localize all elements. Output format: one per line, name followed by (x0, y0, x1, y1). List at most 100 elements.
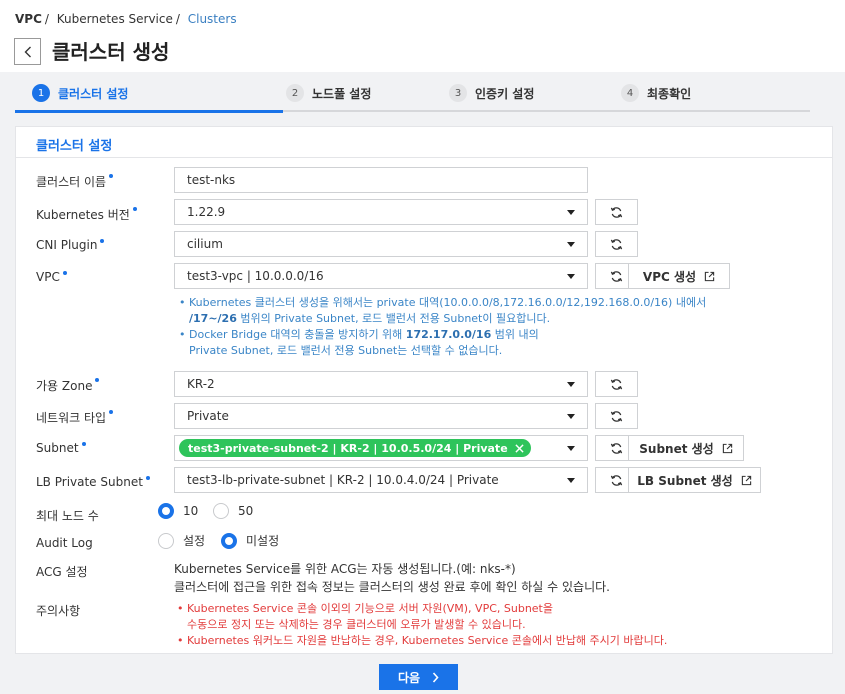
info-line: Kubernetes 클러스터 생성을 위해서는 private 대역(10.0… (189, 296, 707, 309)
radio-label: 미설정 (246, 534, 280, 548)
subnet-label: Subnet (36, 441, 86, 455)
step-label: 노드풀 설정 (312, 86, 372, 101)
button-label: LB Subnet 생성 (637, 473, 733, 488)
back-button[interactable] (14, 38, 41, 65)
subnet-select[interactable]: test3-private-subnet-2 | KR-2 | 10.0.5.0… (174, 435, 588, 461)
cni-plugin-select[interactable]: cilium (174, 231, 588, 257)
radio-label: 설정 (183, 534, 206, 548)
info-bold: 172.17.0.0/16 (405, 328, 492, 341)
radio-label: 50 (238, 504, 254, 518)
vpc-label: VPC (36, 270, 67, 284)
step-number: 2 (286, 84, 304, 102)
max-nodes-radio-10[interactable]: 10 (158, 503, 198, 519)
next-button[interactable]: 다음 (379, 664, 458, 690)
divider (16, 157, 832, 158)
network-type-label: 네트워크 타입 (36, 409, 114, 426)
dropdown-caret-icon (567, 210, 575, 215)
external-link-icon (722, 443, 732, 453)
page-header: VPC / Kubernetes Service / Clusters 클러스터 생… (0, 0, 845, 72)
cluster-settings-card: 클러스터 설정 클러스터 이름 test-nks Kubernetes 버전 1… (15, 126, 833, 654)
radio-circle (158, 503, 174, 519)
select-value: 1.22.9 (187, 205, 226, 219)
required-dot (109, 410, 114, 414)
zone-refresh-button[interactable] (595, 371, 638, 397)
subnet-tag: test3-private-subnet-2 | KR-2 | 10.0.5.0… (179, 439, 531, 457)
breadcrumb-clusters[interactable]: Clusters (188, 12, 237, 26)
vpc-select[interactable]: test3-vpc | 10.0.0.0/16 (174, 263, 588, 289)
breadcrumb: VPC / Kubernetes Service / Clusters (15, 12, 237, 26)
audit-log-radio-off[interactable]: 미설정 (221, 532, 279, 549)
info-line: 범위 내의 (491, 328, 539, 341)
subnet-create-button[interactable]: Subnet 생성 (628, 435, 744, 461)
acg-description: Kubernetes Service를 위한 ACG는 자동 생성됩니다.(예:… (174, 560, 610, 596)
cni-refresh-button[interactable] (595, 231, 638, 257)
label-text: ACG 설정 (36, 565, 88, 579)
lb-subnet-create-button[interactable]: LB Subnet 생성 (628, 467, 761, 493)
radio-label: 10 (183, 504, 199, 518)
step-indicator: 1 클러스터 설정 2 노드풀 설정 3 인증키 설정 4 최종확인 (15, 72, 830, 112)
cluster-name-label: 클러스터 이름 (36, 173, 114, 190)
select-value: KR-2 (187, 377, 215, 391)
refresh-icon (610, 442, 623, 454)
lb-subnet-select[interactable]: test3-lb-private-subnet | KR-2 | 10.0.4.… (174, 467, 588, 493)
notice-text: • Kubernetes Service 콘솔 이외의 기능으로 서버 자원(V… (177, 602, 668, 647)
notice-line: 수동으로 정지 또는 삭제하는 경우 클러스터에 오류가 발생할 수 있습니다. (187, 618, 526, 631)
cni-plugin-label: CNI Plugin (36, 238, 105, 252)
acg-line: 클러스터에 접근을 위한 접속 정보는 클러스터의 생성 완료 후에 확인 하실… (174, 580, 610, 594)
required-dot (100, 239, 105, 243)
refresh-icon (610, 410, 623, 422)
network-type-select[interactable]: Private (174, 403, 588, 429)
info-line: Docker Bridge 대역의 충돌을 방지하기 위해 (189, 328, 406, 341)
step-final-confirm: 4 최종확인 (621, 84, 691, 102)
select-value: cilium (187, 237, 223, 251)
max-nodes-label: 최대 노드 수 (36, 507, 99, 524)
breadcrumb-kubernetes-service[interactable]: Kubernetes Service (57, 12, 173, 26)
zone-select[interactable]: KR-2 (174, 371, 588, 397)
button-label: 다음 (397, 670, 421, 685)
label-text: Audit Log (36, 536, 93, 550)
label-text: VPC (36, 270, 60, 284)
step-label: 최종확인 (647, 86, 692, 101)
zone-label: 가용 Zone (36, 377, 100, 394)
acg-label: ACG 설정 (36, 563, 88, 580)
required-dot (81, 442, 86, 446)
external-link-icon (704, 271, 715, 281)
network-type-refresh-button[interactable] (595, 403, 638, 429)
radio-circle (213, 503, 229, 519)
audit-log-radio-on[interactable]: 설정 (158, 532, 205, 549)
notice-label: 주의사항 (36, 602, 80, 619)
radio-circle (221, 532, 237, 549)
chevron-left-icon (24, 46, 31, 57)
label-text: 최대 노드 수 (36, 509, 99, 523)
step-number: 4 (621, 84, 639, 102)
k8s-version-select[interactable]: 1.22.9 (174, 199, 588, 225)
label-text: 주의사항 (36, 604, 81, 618)
close-icon[interactable] (515, 443, 524, 453)
refresh-icon (610, 206, 623, 218)
max-nodes-radio-50[interactable]: 50 (213, 503, 253, 519)
step-cluster-settings: 1 클러스터 설정 (32, 84, 128, 102)
info-bold: /17~/26 (189, 312, 237, 325)
steps-progress (15, 110, 283, 113)
vpc-create-button[interactable]: VPC 생성 (628, 263, 730, 289)
required-dot (62, 271, 67, 275)
notice-line: Kubernetes 워커노드 자원을 반납하는 경우, Kubernetes … (187, 634, 668, 647)
label-text: 가용 Zone (36, 379, 93, 393)
step-label: 클러스터 설정 (58, 86, 129, 101)
label-text: CNI Plugin (36, 238, 98, 252)
dropdown-caret-icon (567, 478, 575, 483)
cluster-name-input[interactable]: test-nks (174, 167, 588, 193)
breadcrumb-vpc[interactable]: VPC (15, 12, 42, 26)
required-dot (109, 174, 114, 178)
step-number: 3 (449, 84, 467, 102)
k8s-version-refresh-button[interactable] (595, 199, 638, 225)
label-text: 클러스터 이름 (36, 175, 107, 189)
required-dot (132, 207, 137, 211)
required-dot (95, 378, 100, 382)
dropdown-caret-icon (567, 414, 575, 419)
notice-line: Kubernetes Service 콘솔 이외의 기능으로 서버 자원(VM)… (187, 602, 553, 615)
external-link-icon (741, 475, 751, 485)
select-value: Private (187, 409, 229, 423)
vpc-info-text: • Kubernetes 클러스터 생성을 위해서는 private 대역(10.… (179, 296, 707, 357)
step-nodepool-settings: 2 노드풀 설정 (286, 84, 371, 102)
